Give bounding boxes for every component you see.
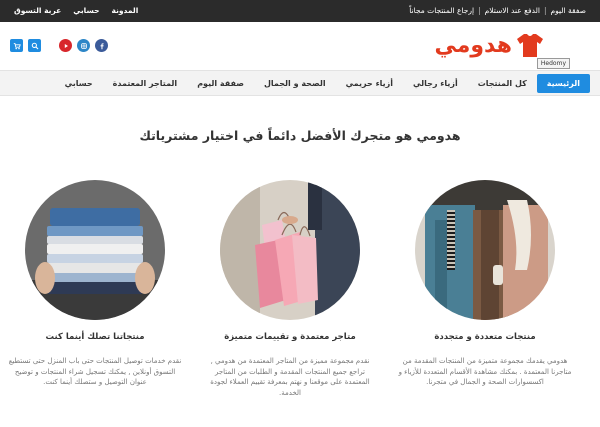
- feature-title: منتجاتنا تصلك أينما كنت: [45, 332, 145, 342]
- nav-item-men-fashion[interactable]: أزياء رجالي: [403, 74, 468, 93]
- nav-item-home[interactable]: الرئيسية: [536, 74, 590, 93]
- top-link-free-returns[interactable]: إرجاع المنتجات مجاناً: [409, 6, 474, 15]
- social-icons: [10, 39, 108, 52]
- facebook-icon[interactable]: [95, 39, 108, 52]
- feature-text: هدومي يقدمك مجموعة متميزة من المنتجات ال…: [398, 357, 572, 386]
- folded-clothes-image: [25, 180, 165, 320]
- instagram-icon[interactable]: [77, 39, 90, 52]
- nav-item-account[interactable]: حسابي: [55, 74, 103, 93]
- top-link-cash-on-delivery[interactable]: الدفع عند الاستلام: [485, 6, 540, 15]
- top-link-cart[interactable]: عربة التسوق: [14, 6, 61, 15]
- nav-item-health-beauty[interactable]: الصحة و الجمال: [254, 74, 336, 93]
- separator: |: [543, 6, 547, 15]
- feature-approved-stores: متاجر معتمدة و تقييمات متميزة نقدم مجموع…: [200, 180, 380, 398]
- feature-multiple-products: منتجات متعددة و متجددة هدومي يقدمك مجموع…: [395, 180, 575, 388]
- logo-tooltip: Hedomy: [536, 58, 570, 69]
- shopping-bags-image: [220, 180, 360, 320]
- top-link-account[interactable]: حسابي: [73, 6, 99, 15]
- site-header: هدومي Hedomy: [0, 22, 600, 70]
- feature-text: نقدم خدمات توصيل المنتجات حتى باب المنزل…: [8, 357, 182, 386]
- top-links-right: صفقة اليوم | الدفع عند الاستلام | إرجاع …: [409, 6, 586, 15]
- tshirt-logo-icon: [517, 34, 543, 57]
- separator: |: [478, 6, 481, 15]
- cart-icon[interactable]: [10, 39, 23, 52]
- page-headline: هدومي هو متجرك الأفضل دائماً في اختيار م…: [139, 128, 461, 143]
- nav-item-all-products[interactable]: كل المنتجات: [468, 74, 537, 93]
- top-bar: صفقة اليوم | الدفع عند الاستلام | إرجاع …: [0, 0, 600, 22]
- coats-image: [415, 180, 555, 320]
- nav-item-approved-stores[interactable]: المتاجر المعتمدة: [103, 74, 188, 93]
- feature-delivery: منتجاتنا تصلك أينما كنت نقدم خدمات توصيل…: [5, 180, 185, 388]
- logo-text: هدومي: [434, 32, 513, 58]
- top-link-blog[interactable]: المدونة: [112, 6, 139, 15]
- search-icon[interactable]: [28, 39, 41, 52]
- feature-text: نقدم مجموعة مميزة من المتاجر المعتمدة من…: [210, 357, 370, 397]
- top-link-deal-of-day[interactable]: صفقة اليوم: [550, 6, 586, 15]
- main-nav: الرئيسية كل المنتجات أزياء رجالي أزياء ح…: [0, 70, 600, 96]
- site-logo[interactable]: هدومي: [434, 32, 544, 58]
- nav-item-deal-of-day[interactable]: صفقة اليوم: [187, 74, 254, 93]
- nav-item-women-fashion[interactable]: أزياء حريمي: [336, 74, 403, 93]
- feature-title: منتجات متعددة و متجددة: [434, 332, 536, 342]
- top-links-left: المدونة حسابي عربة التسوق: [14, 6, 138, 15]
- feature-title: متاجر معتمدة و تقييمات متميزة: [224, 332, 356, 342]
- youtube-icon[interactable]: [59, 39, 72, 52]
